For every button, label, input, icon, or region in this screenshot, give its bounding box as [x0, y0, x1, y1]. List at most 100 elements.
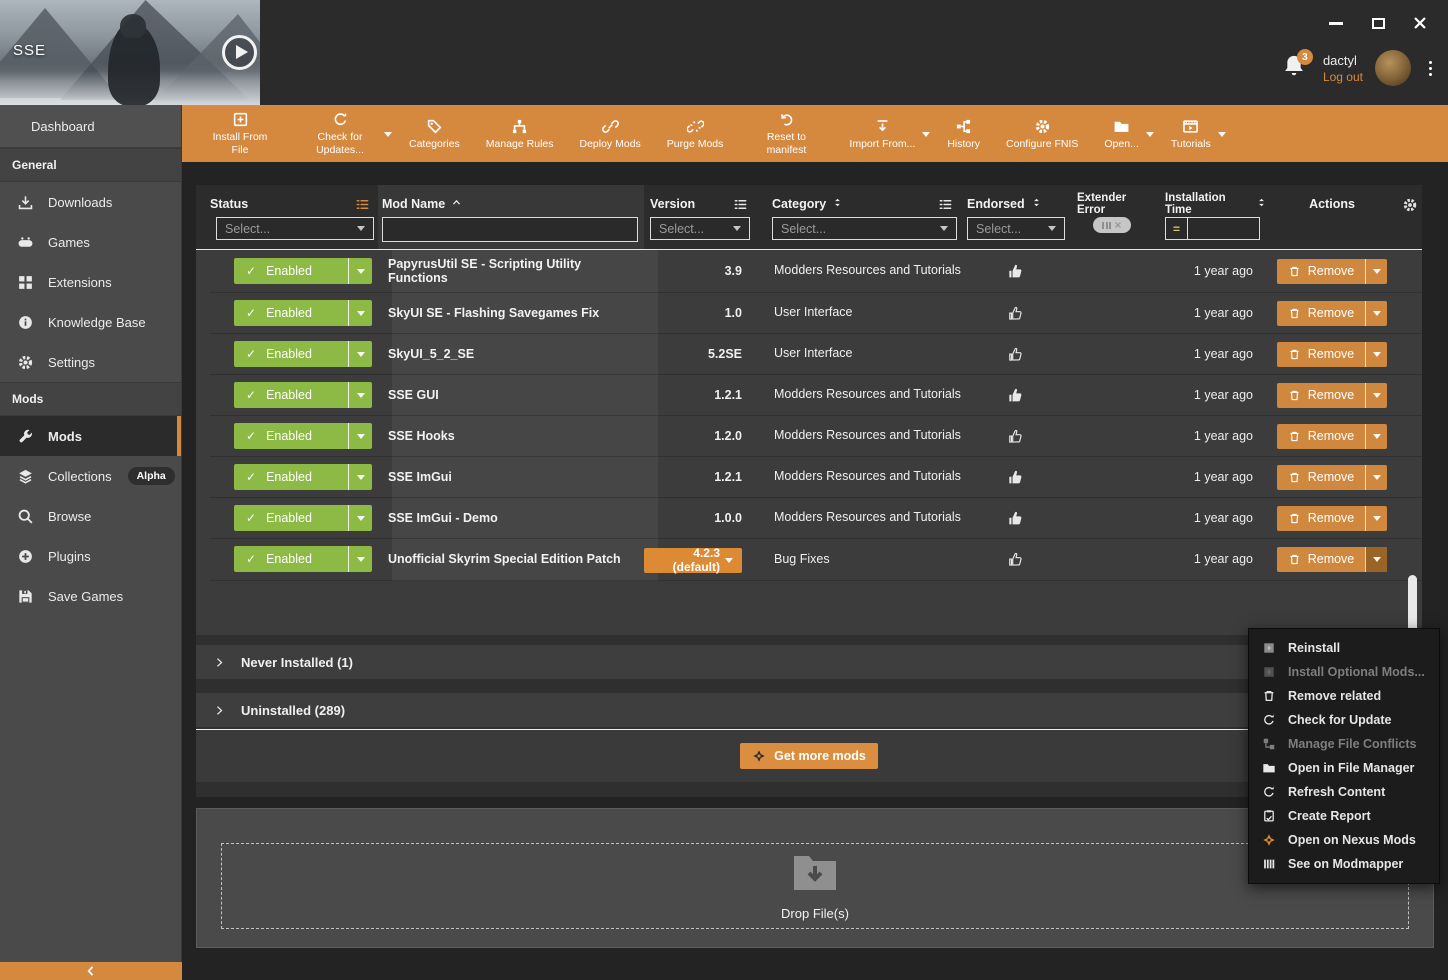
filter-list-icon[interactable]	[733, 197, 748, 212]
mod-row[interactable]: ✓Enabled SkyUI_5_2_SE 5.2SE User Interfa…	[210, 334, 1422, 375]
mod-name[interactable]: SSE ImGui - Demo	[378, 511, 644, 525]
mod-row[interactable]: ✓Enabled PapyrusUtil SE - Scripting Util…	[210, 250, 1422, 293]
mod-name-filter-input[interactable]	[382, 217, 638, 242]
status-button[interactable]: ✓Enabled	[234, 464, 372, 490]
status-dropdown-caret[interactable]	[348, 258, 372, 284]
remove-dropdown-caret[interactable]	[1365, 301, 1387, 326]
not-endorsed-thumb-icon[interactable]	[1007, 305, 1024, 322]
endorsed-thumb-icon[interactable]	[1007, 469, 1024, 486]
status-dropdown-caret[interactable]	[348, 423, 372, 449]
mod-name[interactable]: SSE Hooks	[378, 429, 644, 443]
mod-name[interactable]: SSE ImGui	[378, 470, 644, 484]
context-menu-item-remove-related[interactable]: Remove related	[1249, 684, 1439, 708]
version-filter-select[interactable]: Select...	[650, 217, 750, 240]
toolbar-button-purge-mods[interactable]: Purge Mods	[654, 106, 737, 162]
status-button[interactable]: ✓Enabled	[234, 423, 372, 449]
column-category-label[interactable]: Category	[772, 197, 826, 211]
group-never-installed[interactable]: Never Installed (1)	[196, 645, 1422, 679]
mod-row[interactable]: ✓Enabled Unofficial Skyrim Special Editi…	[210, 539, 1422, 581]
status-dropdown-caret[interactable]	[348, 464, 372, 490]
play-game-button[interactable]	[222, 35, 257, 70]
status-dropdown-caret[interactable]	[348, 546, 372, 572]
toolbar-dropdown-caret[interactable]	[384, 106, 396, 162]
context-menu-item-manage-file-conflicts[interactable]: Manage File Conflicts	[1249, 732, 1439, 756]
status-button[interactable]: ✓Enabled	[234, 505, 372, 531]
remove-dropdown-caret[interactable]	[1365, 547, 1387, 572]
status-dropdown-caret[interactable]	[348, 341, 372, 367]
mod-name[interactable]: PapyrusUtil SE - Scripting Utility Funct…	[378, 257, 644, 285]
notifications-button[interactable]: 3	[1281, 53, 1311, 83]
status-dropdown-caret[interactable]	[348, 505, 372, 531]
filter-list-icon[interactable]	[938, 197, 953, 212]
toolbar-button-open[interactable]: Open...	[1091, 106, 1151, 162]
mod-name[interactable]: SSE GUI	[378, 388, 644, 402]
sidebar-item-downloads[interactable]: Downloads	[0, 182, 181, 222]
sidebar-item-plugins[interactable]: Plugins	[0, 536, 181, 576]
endorsed-thumb-icon[interactable]	[1007, 387, 1024, 404]
time-filter-input[interactable]	[1188, 217, 1260, 240]
column-endorsed-label[interactable]: Endorsed	[967, 197, 1025, 211]
mod-row[interactable]: ✓Enabled SSE ImGui - Demo 1.0.0 Modders …	[210, 498, 1422, 539]
sidebar-item-browse[interactable]: Browse	[0, 496, 181, 536]
get-more-mods-button[interactable]: Get more mods	[740, 743, 878, 769]
sidebar-item-save-games[interactable]: Save Games	[0, 576, 181, 616]
column-mod-name-label[interactable]: Mod Name	[382, 197, 445, 211]
not-endorsed-thumb-icon[interactable]	[1007, 346, 1024, 363]
remove-dropdown-caret[interactable]	[1365, 383, 1387, 408]
avatar[interactable]	[1375, 50, 1411, 86]
remove-dropdown-caret[interactable]	[1365, 424, 1387, 449]
remove-button[interactable]: Remove	[1277, 547, 1388, 572]
context-menu-item-check-for-update[interactable]: Check for Update	[1249, 708, 1439, 732]
mod-row[interactable]: ✓Enabled SSE ImGui 1.2.1 Modders Resourc…	[210, 457, 1422, 498]
toolbar-button-history[interactable]: History	[934, 106, 993, 162]
toolbar-button-install-from-file[interactable]: Install From File	[190, 106, 290, 162]
remove-button[interactable]: Remove	[1277, 383, 1388, 408]
mod-name[interactable]: SkyUI SE - Flashing Savegames Fix	[378, 306, 644, 320]
status-dropdown-caret[interactable]	[348, 382, 372, 408]
toolbar-button-import-from[interactable]: Import From...	[836, 106, 928, 162]
status-button[interactable]: ✓Enabled	[234, 300, 372, 326]
toolbar-button-categories[interactable]: Categories	[396, 106, 473, 162]
toolbar-button-check-for-updates[interactable]: Check for Updates...	[290, 106, 390, 162]
sidebar-item-knowledge-base[interactable]: Knowledge Base	[0, 302, 181, 342]
context-menu-item-reinstall[interactable]: Reinstall	[1249, 636, 1439, 660]
remove-dropdown-caret[interactable]	[1365, 342, 1387, 367]
status-button[interactable]: ✓Enabled	[234, 382, 372, 408]
sidebar-item-collections[interactable]: Collections Alpha	[0, 456, 181, 496]
endorsed-thumb-icon[interactable]	[1007, 263, 1024, 280]
mod-name[interactable]: SkyUI_5_2_SE	[378, 347, 644, 361]
sidebar-item-extensions[interactable]: Extensions	[0, 262, 181, 302]
toolbar-dropdown-caret[interactable]	[1218, 106, 1230, 162]
drop-target[interactable]: Drop File(s)	[221, 843, 1409, 929]
time-filter-operator[interactable]: =	[1165, 217, 1188, 240]
column-installation-time-label[interactable]: Installation Time	[1165, 192, 1250, 216]
sidebar-item-settings[interactable]: Settings	[0, 342, 181, 382]
remove-dropdown-caret[interactable]	[1365, 506, 1387, 531]
remove-button[interactable]: Remove	[1277, 342, 1388, 367]
remove-button[interactable]: Remove	[1277, 301, 1388, 326]
extender-error-toggle[interactable]	[1093, 217, 1131, 233]
mod-name[interactable]: Unofficial Skyrim Special Edition Patch	[378, 552, 644, 566]
sidebar-item-dashboard[interactable]: Dashboard	[0, 105, 181, 148]
status-button[interactable]: ✓Enabled	[234, 258, 372, 284]
column-status-label[interactable]: Status	[210, 197, 248, 211]
context-menu-item-see-on-modmapper[interactable]: See on Modmapper	[1249, 852, 1439, 876]
status-dropdown-caret[interactable]	[348, 300, 372, 326]
status-filter-select[interactable]: Select...	[216, 217, 374, 240]
minimize-button[interactable]	[1322, 10, 1350, 36]
toolbar-dropdown-caret[interactable]	[1146, 106, 1158, 162]
remove-button[interactable]: Remove	[1277, 506, 1388, 531]
endorsed-thumb-icon[interactable]	[1007, 510, 1024, 527]
endorsed-filter-select[interactable]: Select...	[967, 217, 1065, 240]
remove-dropdown-caret[interactable]	[1365, 465, 1387, 490]
category-filter-select[interactable]: Select...	[772, 217, 957, 240]
remove-button[interactable]: Remove	[1277, 465, 1388, 490]
toolbar-button-tutorials[interactable]: Tutorials	[1158, 106, 1224, 162]
toolbar-dropdown-caret[interactable]	[922, 106, 934, 162]
table-settings-button[interactable]	[1397, 185, 1422, 249]
remove-dropdown-caret[interactable]	[1365, 259, 1387, 284]
not-endorsed-thumb-icon[interactable]	[1007, 428, 1024, 445]
toolbar-button-manage-rules[interactable]: Manage Rules	[473, 106, 567, 162]
close-button[interactable]	[1406, 10, 1434, 36]
context-menu-item-refresh-content[interactable]: Refresh Content	[1249, 780, 1439, 804]
